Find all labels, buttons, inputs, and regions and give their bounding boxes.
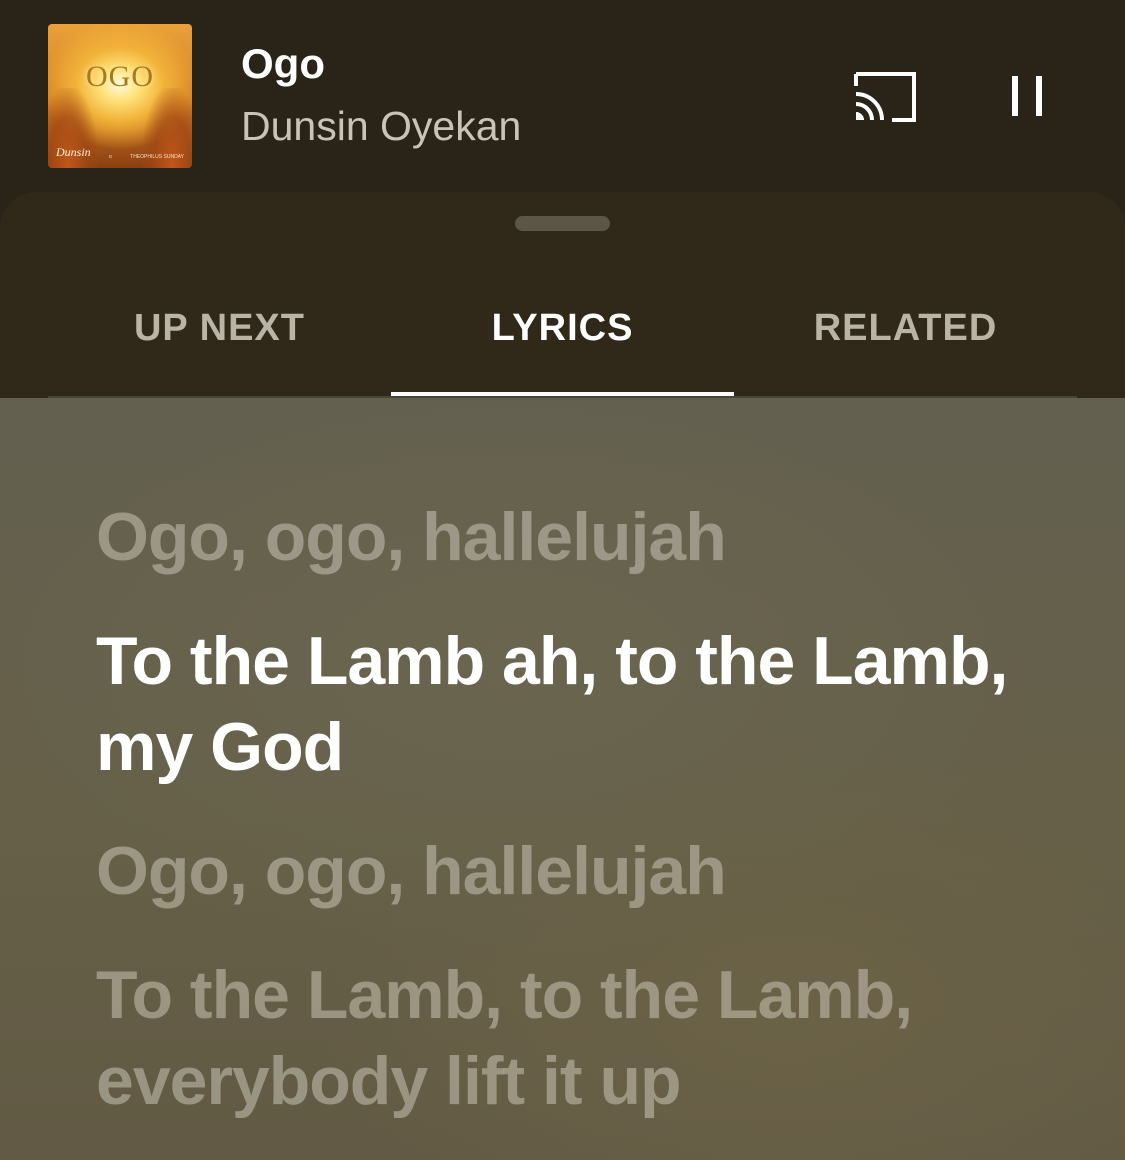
lyric-line[interactable]: To the Lamb, to the Lamb, everybody lift… xyxy=(96,952,1056,1124)
track-title[interactable]: Ogo xyxy=(241,40,325,88)
pause-button[interactable] xyxy=(995,64,1061,128)
lyric-line[interactable]: Ogo, ogo, hallelujah xyxy=(96,494,1056,580)
mini-player[interactable]: OGO Dunsin ft THEOPHILUS SUNDAY Ogo Duns… xyxy=(0,0,1125,200)
tab-bar: UP NEXT LYRICS RELATED xyxy=(48,290,1077,398)
drag-handle[interactable] xyxy=(515,216,610,231)
album-art-feature: THEOPHILUS SUNDAY xyxy=(130,154,184,160)
album-art-ft: ft xyxy=(108,155,112,160)
cast-button[interactable] xyxy=(848,64,922,128)
bottom-sheet: UP NEXT LYRICS RELATED Ogo, ogo, hallelu… xyxy=(0,192,1125,1160)
tab-up-next[interactable]: UP NEXT xyxy=(48,290,391,398)
lyric-line-current[interactable]: To the Lamb ah, to the Lamb, my God xyxy=(96,618,1056,790)
lyric-line[interactable]: Ogo, ogo, hallelujah xyxy=(96,828,1056,914)
music-player-app: OGO Dunsin ft THEOPHILUS SUNDAY Ogo Duns… xyxy=(0,0,1125,1160)
album-art[interactable]: OGO Dunsin ft THEOPHILUS SUNDAY xyxy=(48,24,192,168)
album-art-signature: Dunsin xyxy=(56,145,91,159)
tab-lyrics[interactable]: LYRICS xyxy=(391,290,734,398)
album-art-footer: Dunsin ft THEOPHILUS SUNDAY xyxy=(56,145,184,160)
track-artist[interactable]: Dunsin Oyekan xyxy=(241,102,521,150)
pause-icon xyxy=(1012,76,1042,116)
album-art-title: OGO xyxy=(86,60,154,93)
tab-related[interactable]: RELATED xyxy=(734,290,1077,398)
lyrics-panel[interactable]: Ogo, ogo, hallelujah To the Lamb ah, to … xyxy=(0,398,1125,1160)
cast-icon xyxy=(854,72,916,122)
